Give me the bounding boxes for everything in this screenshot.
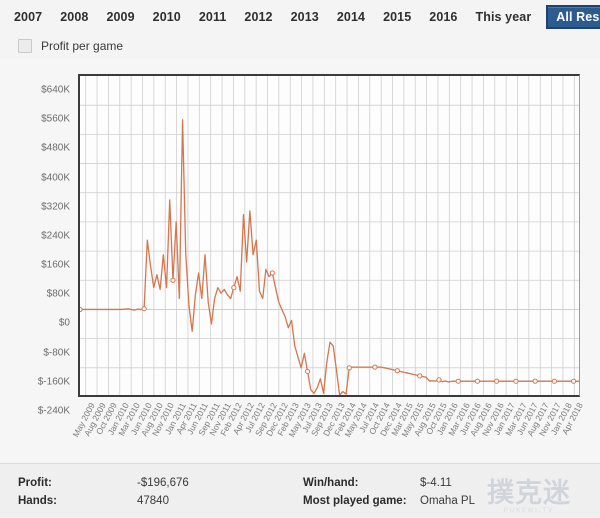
hands-label: Hands: <box>18 495 57 507</box>
chart-container: $640K $560K $480K $400K $320K $240K $160K $80K $… <box>0 59 600 463</box>
tab-all-results[interactable]: All Results <box>546 4 600 29</box>
y-tick-label: $240K <box>41 230 70 242</box>
tab-2016[interactable]: 2016 <box>423 6 463 28</box>
data-point-marker[interactable] <box>141 306 147 312</box>
y-tick-label: $80K <box>46 288 70 300</box>
watermark-subtext: PUKEMI.TV <box>503 508 555 514</box>
tab-2014[interactable]: 2014 <box>331 6 371 28</box>
tab-2012[interactable]: 2012 <box>238 6 278 28</box>
y-tick-label: $640K <box>41 84 70 96</box>
y-tick-label: $0 <box>58 317 70 329</box>
data-point-marker[interactable] <box>372 364 378 370</box>
y-tick-label: $-160K <box>37 376 70 388</box>
data-point-marker[interactable] <box>474 378 481 384</box>
data-point-marker[interactable] <box>269 270 275 276</box>
tab-2009[interactable]: 2009 <box>100 6 140 28</box>
most-played-game-label: Most played game: <box>303 495 407 507</box>
data-point-marker[interactable] <box>231 284 237 291</box>
y-tick-label: $-240K <box>37 405 70 417</box>
tab-2011[interactable]: 2011 <box>193 6 233 28</box>
tab-this-year[interactable]: This year <box>470 6 538 28</box>
data-point-marker[interactable] <box>304 368 311 375</box>
data-point-marker[interactable] <box>455 378 461 384</box>
site-watermark: 撲克迷 PUKEMI.TV <box>464 462 594 518</box>
data-point-marker[interactable] <box>494 378 500 384</box>
data-point-marker[interactable] <box>551 378 557 384</box>
data-point-marker[interactable] <box>532 378 538 384</box>
profit-value: -$196,676 <box>137 477 189 489</box>
data-point-marker[interactable] <box>513 378 519 384</box>
year-filter-tabbar: 2007 2008 2009 2010 2011 2012 2013 2014 2015 2016… <box>0 0 600 33</box>
data-point-marker[interactable] <box>346 365 352 371</box>
profit-series-line <box>80 119 579 395</box>
y-tick-label: $400K <box>41 172 70 184</box>
plot-area <box>78 74 580 397</box>
data-point-marker[interactable] <box>394 368 400 374</box>
chart-options-row: Profit per game <box>0 33 600 59</box>
profit-per-game-checkbox[interactable] <box>18 39 32 53</box>
y-axis: $640K $560K $480K $400K $320K $240K $160K $80K $… <box>0 74 74 417</box>
tab-2008[interactable]: 2008 <box>54 6 94 28</box>
data-point-marker[interactable] <box>80 306 83 313</box>
y-tick-label: $160K <box>41 259 70 271</box>
tab-2015[interactable]: 2015 <box>377 6 417 28</box>
y-tick-label: $320K <box>41 201 70 213</box>
tab-2013[interactable]: 2013 <box>285 6 325 28</box>
data-point-marker[interactable] <box>417 373 423 379</box>
profit-per-game-label: Profit per game <box>41 39 124 53</box>
profit-label: Profit: <box>18 477 52 489</box>
win-per-hand-label: Win/hand: <box>303 477 359 489</box>
hands-value: 47840 <box>137 495 169 507</box>
data-point-marker[interactable] <box>570 378 577 384</box>
tab-2010[interactable]: 2010 <box>147 6 187 28</box>
win-per-hand-value: $-4.11 <box>420 477 452 489</box>
y-tick-label: $-80K <box>43 347 70 359</box>
data-point-marker[interactable] <box>170 277 176 283</box>
profit-graph-panel: 2007 2008 2009 2010 2011 2012 2013 2014 2015 2016… <box>0 0 600 517</box>
watermark-text: 撲克迷 <box>487 477 571 508</box>
y-tick-label: $480K <box>41 142 70 154</box>
x-axis: May 2009 Aug 2009 Oct 2009 Jan 2010 Mar 2010… <box>70 399 585 463</box>
y-tick-label: $560K <box>41 113 70 125</box>
most-played-game-value: Omaha PL <box>420 495 475 507</box>
tab-2007[interactable]: 2007 <box>8 6 48 28</box>
summary-stats-footer: Profit: -$196,676 Hands: 47840 Win/hand:… <box>0 463 600 517</box>
profit-line-chart <box>80 76 579 395</box>
data-point-marker[interactable] <box>436 377 442 383</box>
